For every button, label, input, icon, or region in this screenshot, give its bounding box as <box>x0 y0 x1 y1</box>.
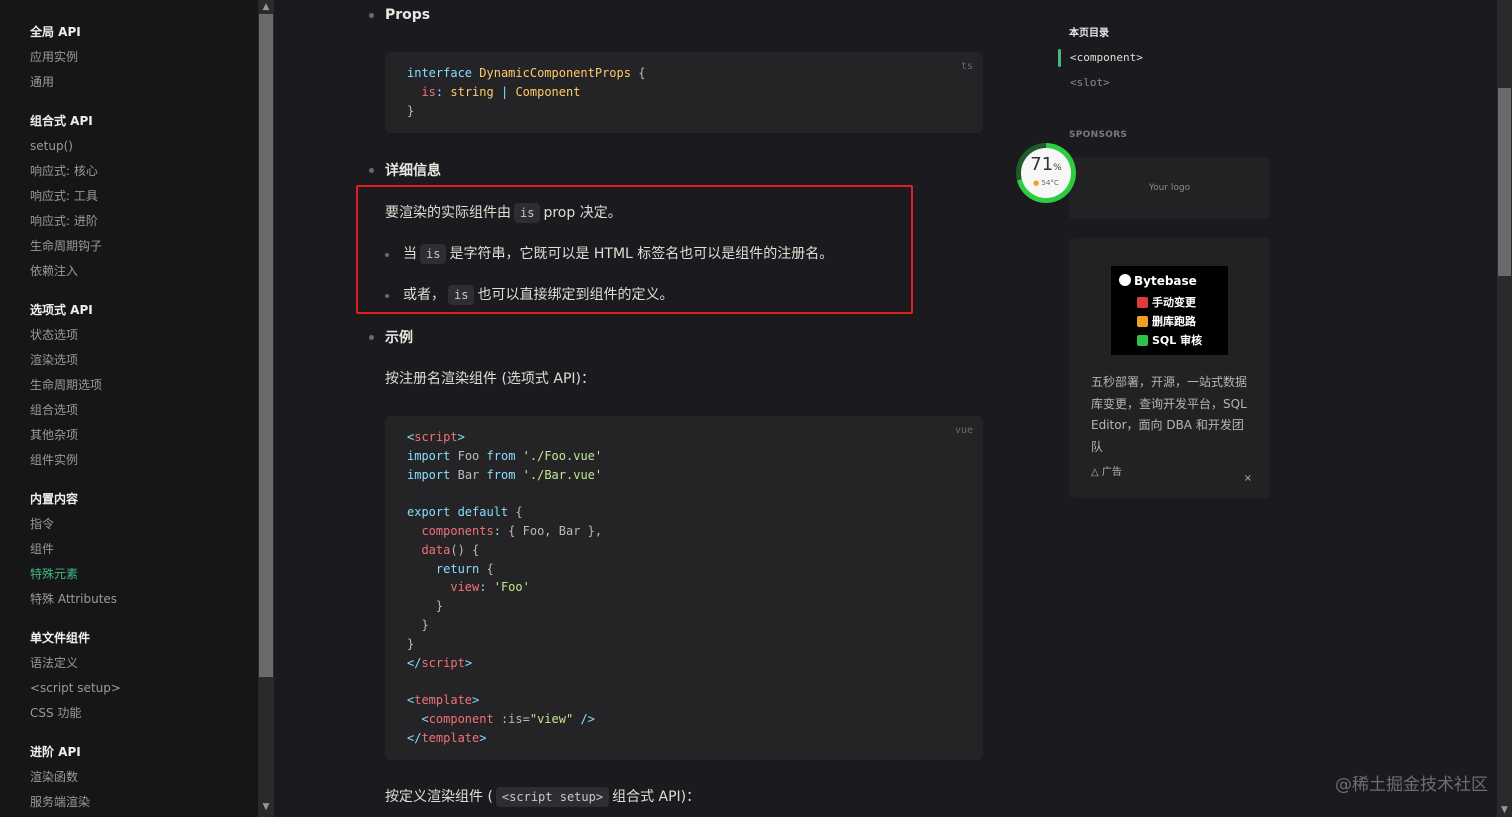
example-code-block: vue <script> import Foo from './Foo.vue' … <box>385 416 983 760</box>
page-scrollbar[interactable]: ▼ <box>1497 0 1512 817</box>
scroll-up-icon[interactable]: ▲ <box>258 0 274 14</box>
gauge-value: 71% <box>1030 154 1062 175</box>
ad-label: △ 广告 <box>1091 467 1122 478</box>
main-content: Props ts interface DynamicComponentProps … <box>274 0 1044 817</box>
details-bullet-1: 当 is 是字符串，它既可以是 HTML 标签名也可以是组件的注册名。 <box>403 244 834 264</box>
scroll-down-icon[interactable]: ▼ <box>1497 803 1512 817</box>
list-bullet <box>369 168 374 173</box>
code-lang-label: vue <box>954 425 973 436</box>
details-heading: 详细信息 <box>385 163 441 179</box>
sidebar-item[interactable]: 其他杂项 <box>30 423 258 448</box>
watermark: @稀土掘金技术社区 <box>1335 775 1488 795</box>
warning-icon <box>1137 316 1148 327</box>
example-heading: 示例 <box>385 330 413 346</box>
sidebar-item[interactable]: 特殊元素 <box>30 562 258 587</box>
sidebar-item[interactable]: setup() <box>30 134 258 159</box>
temperature-icon: ● <box>1033 179 1040 187</box>
details-intro: 要渲染的实际组件由 is prop 决定。 <box>385 203 622 223</box>
sidebar-item[interactable]: 组件 <box>30 537 258 562</box>
ad-card[interactable]: Bytebase 手动变更 删库跑路 SQL 审核 五秒部署，开源，一站式数据库… <box>1069 238 1270 498</box>
toc-item-slot[interactable]: <slot> <box>1070 76 1110 89</box>
sidebar-item[interactable]: 响应式: 进阶 <box>30 209 258 234</box>
toc-title: 本页目录 <box>1069 28 1109 39</box>
sidebar-group: 内置内容指令 组件 特殊元素 特殊 Attributes <box>30 487 258 612</box>
sponsor-logo-slot[interactable]: Your logo <box>1069 157 1270 219</box>
sidebar-item[interactable]: 生命周期选项 <box>30 373 258 398</box>
sidebar-item[interactable]: 生命周期钩子 <box>30 234 258 259</box>
sidebar-item[interactable]: <script setup> <box>30 676 258 701</box>
sidebar-group: 全局 API 应用实例 通用 <box>30 20 258 95</box>
sidebar-group-title: 组合式 API <box>30 114 93 128</box>
sidebar-group-title: 进阶 API <box>30 745 81 759</box>
list-bullet <box>369 13 374 18</box>
page-scroll-thumb[interactable] <box>1498 88 1511 276</box>
code-lang-label: ts <box>960 61 973 72</box>
sidebar-item[interactable]: 组合选项 <box>30 398 258 423</box>
bytebase-logo-icon <box>1119 274 1131 286</box>
sidebar-group-title: 全局 API <box>30 25 81 39</box>
ad-brand: Bytebase <box>1119 273 1228 293</box>
sponsors-label: SPONSORS <box>1069 130 1128 140</box>
sidebar-item[interactable]: 渲染选项 <box>30 348 258 373</box>
scroll-down-icon[interactable]: ▼ <box>258 800 274 814</box>
prohibited-icon <box>1137 297 1148 308</box>
sidebar-group: 组合式 API setup() 响应式: 核心 响应式: 工具 响应式: 进阶 生命周期钩… <box>30 109 258 284</box>
sidebar-item[interactable]: 渲染函数 <box>30 765 258 790</box>
sidebar-group: 单文件组件语法定义 <script setup> CSS 功能 <box>30 626 258 726</box>
sidebar-item[interactable]: 指令 <box>30 512 258 537</box>
ad-description[interactable]: 五秒部署，开源，一站式数据库变更，查询开发平台，SQL Editor，面向 DB… <box>1091 372 1251 458</box>
list-bullet <box>385 294 389 298</box>
ad-image[interactable]: Bytebase 手动变更 删库跑路 SQL 审核 <box>1111 266 1228 355</box>
cpu-gauge-widget[interactable]: 71% ● 54°C <box>1016 143 1076 203</box>
sidebar-scrollbar[interactable]: ▲ ▼ <box>258 0 274 817</box>
sidebar-item[interactable]: 特殊 Attributes <box>30 587 258 612</box>
toc-item-component[interactable]: <component> <box>1070 51 1143 64</box>
details-bullet-2: 或者， is 也可以直接绑定到组件的定义。 <box>403 285 674 305</box>
sidebar-item[interactable]: 依赖注入 <box>30 259 258 284</box>
props-heading: Props <box>385 7 431 23</box>
props-code-block: ts interface DynamicComponentProps { is: … <box>385 52 983 133</box>
sidebar-item[interactable]: 响应式: 核心 <box>30 159 258 184</box>
sidebar-group: 进阶 API 渲染函数 服务端渲染 <box>30 740 258 815</box>
ad-close-icon[interactable]: × <box>1244 473 1252 484</box>
sidebar-item[interactable]: 组件实例 <box>30 448 258 473</box>
list-bullet <box>369 335 374 340</box>
sidebar-item[interactable]: 服务端渲染 <box>30 790 258 815</box>
sidebar-group-title: 选项式 API <box>30 303 93 317</box>
example-intro: 按注册名渲染组件 (选项式 API)： <box>385 371 595 387</box>
sidebar-group-title: 内置内容 <box>30 492 79 506</box>
sidebar-item[interactable]: 通用 <box>30 70 258 95</box>
sidebar-item[interactable]: 语法定义 <box>30 651 258 676</box>
ad-icon: △ <box>1091 467 1099 478</box>
sidebar: 全局 API 应用实例 通用组合式 API setup() 响应式: 核心 响应式: 工具… <box>0 0 258 817</box>
example2-intro: 按定义渲染组件 (<script setup> 组合式 API)： <box>385 787 701 807</box>
sidebar-item[interactable]: 应用实例 <box>30 45 258 70</box>
sidebar-group-title: 单文件组件 <box>30 631 91 645</box>
sidebar-item[interactable]: 响应式: 工具 <box>30 184 258 209</box>
sidebar-item[interactable]: 状态选项 <box>30 323 258 348</box>
sidebar-group: 选项式 API 状态选项 渲染选项 生命周期选项 组合选项 其他杂项 组件实例 <box>30 298 258 473</box>
check-icon <box>1137 335 1148 346</box>
sidebar-item[interactable]: CSS 功能 <box>30 701 258 726</box>
toc-active-indicator <box>1058 49 1061 67</box>
sidebar-scroll-thumb[interactable] <box>259 14 273 677</box>
gauge-temp: ● 54°C <box>1033 179 1059 187</box>
list-bullet <box>385 253 389 257</box>
